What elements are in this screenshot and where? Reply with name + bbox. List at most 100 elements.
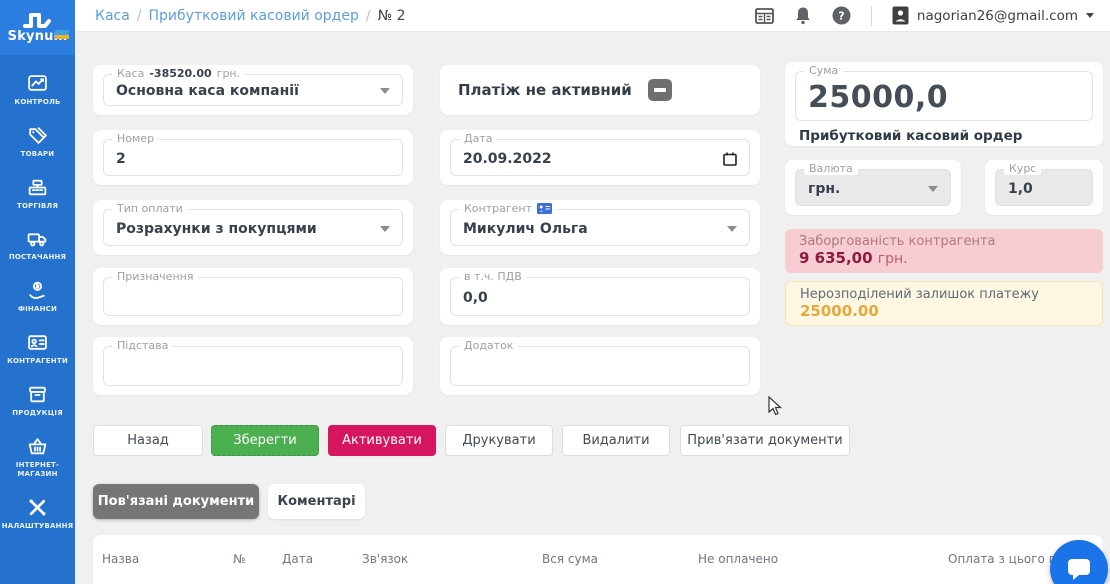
kasa-label: Каса-38520.00грн. <box>112 67 245 80</box>
kasa-value: Основна каса компанії <box>116 83 299 99</box>
counterparty-card: Контрагент Микулич Ольга <box>440 200 760 255</box>
vat-card: в т.ч. ПДВ 0,0 <box>440 268 760 325</box>
contact-card-icon <box>537 203 552 214</box>
date-input[interactable]: Дата 20.09.2022 <box>450 139 750 176</box>
topbar-actions: ? nagorian26@gmail.com <box>755 6 1094 26</box>
chat-icon <box>1066 557 1092 581</box>
payment-active-toggle[interactable] <box>648 79 672 101</box>
sum-caption: Прибутковий касовий ордер <box>799 128 1093 144</box>
breadcrumb: Каса / Прибутковий касовий ордер / № 2 <box>95 8 406 24</box>
calendar-icon[interactable] <box>723 152 737 166</box>
debt-value: 9 635,00 грн. <box>799 249 1089 267</box>
user-menu[interactable]: nagorian26@gmail.com <box>892 6 1094 25</box>
currency-select[interactable]: Валюта грн. <box>795 169 951 206</box>
col-name: Назва <box>102 552 139 566</box>
number-input[interactable]: Номер 2 <box>103 139 403 176</box>
rate-value: 1,0 <box>1008 181 1033 197</box>
col-number: № <box>233 552 245 566</box>
breadcrumb-current: № 2 <box>378 8 406 24</box>
kasa-select[interactable]: Каса-38520.00грн. Основна каса компанії <box>103 74 403 106</box>
breadcrumb-separator: / <box>366 8 371 24</box>
counterparty-value: Микулич Ольга <box>463 221 588 237</box>
sum-card: Сума 25000,0 Прибутковий касовий ордер <box>785 62 1103 146</box>
topbar-divider <box>871 6 872 26</box>
shopping-basket-icon <box>27 436 48 457</box>
attachment-input[interactable]: Додаток <box>450 346 750 386</box>
tab-comments[interactable]: Коментарі <box>268 484 365 519</box>
sidebar-item-production[interactable]: ПРОДУКЦІЯ <box>0 384 75 419</box>
purpose-label: Призначення <box>112 270 198 283</box>
delete-button[interactable]: Видалити <box>562 425 670 456</box>
chevron-down-icon <box>928 186 938 192</box>
number-value: 2 <box>116 151 126 167</box>
purpose-input[interactable]: Призначення <box>103 277 403 316</box>
unallocated-panel: Нерозподілений залишок платежу 25000.00 <box>785 281 1103 326</box>
sidebar-item-online-store[interactable]: ІНТЕРНЕТ-МАГАЗИН <box>0 436 75 481</box>
sidebar-item-supply[interactable]: ПОСТАЧАННЯ <box>0 228 75 263</box>
user-badge-icon <box>892 6 909 25</box>
sidebar-item-trade[interactable]: ТОРГІВЛЯ <box>0 177 75 212</box>
sidebar-item-counterparties[interactable]: КОНТРАГЕНТИ <box>0 332 75 367</box>
svg-text:?: ? <box>838 10 844 23</box>
number-card: Номер 2 <box>93 130 413 185</box>
breadcrumb-root-link[interactable]: Каса <box>95 8 130 24</box>
number-label: Номер <box>112 132 159 145</box>
link-documents-button[interactable]: Прив'язати документи <box>680 425 850 456</box>
vat-value: 0,0 <box>463 290 488 306</box>
mouse-cursor <box>765 396 783 416</box>
counterparty-select[interactable]: Контрагент Микулич Ольга <box>450 209 750 246</box>
col-relation: Зв'язок <box>362 552 408 566</box>
notifications-bell-icon[interactable] <box>794 6 812 25</box>
unallocated-value: 25000.00 <box>800 302 1088 320</box>
sidebar-nav: КОНТРОЛЬ ТОВАРИ ТОРГІВЛЯ ПОСТАЧАННЯ ФІНА… <box>0 55 75 532</box>
breadcrumb-section-link[interactable]: Прибутковий касовий ордер <box>149 8 359 24</box>
truck-icon <box>27 228 48 249</box>
vat-label: в т.ч. ПДВ <box>459 270 527 283</box>
payment-status-label: Платіж не активний <box>458 81 632 99</box>
save-button[interactable]: Зберегти <box>211 425 319 456</box>
cash-register-icon <box>27 177 48 198</box>
app-logo[interactable]: Skynum <box>0 0 75 55</box>
counterparty-label: Контрагент <box>459 202 557 215</box>
sidebar-item-settings[interactable]: НАЛАШТУВАННЯ <box>0 497 75 532</box>
payment-type-select[interactable]: Тип оплати Розрахунки з покупцями <box>103 209 403 246</box>
attachment-label: Додаток <box>459 339 518 352</box>
rate-input[interactable]: Курс 1,0 <box>995 169 1093 206</box>
sidebar-item-finance[interactable]: ФІНАНСИ <box>0 280 75 315</box>
tools-icon <box>27 497 48 518</box>
breadcrumb-separator: / <box>137 8 142 24</box>
user-email: nagorian26@gmail.com <box>917 8 1078 24</box>
tab-linked-documents[interactable]: Пов'язані документи <box>93 484 259 519</box>
activate-button[interactable]: Активувати <box>328 425 436 456</box>
col-total: Вся сума <box>542 552 598 566</box>
sum-value: 25000,0 <box>808 80 948 115</box>
col-date: Дата <box>282 552 313 566</box>
topbar: Каса / Прибутковий касовий ордер / № 2 ?… <box>75 0 1110 32</box>
sidebar-item-control[interactable]: КОНТРОЛЬ <box>0 73 75 108</box>
contacts-card-icon <box>27 332 48 353</box>
ukraine-flag-icon <box>55 30 69 39</box>
rate-card: Курс 1,0 <box>985 160 1103 215</box>
payment-type-value: Розрахунки з покупцями <box>116 221 317 237</box>
payment-status-card: Платіж не активний <box>440 65 760 115</box>
tags-icon <box>27 125 48 146</box>
col-unpaid: Не оплачено <box>698 552 778 566</box>
basis-input[interactable]: Підстава <box>103 346 403 386</box>
payment-type-label: Тип оплати <box>112 202 188 215</box>
print-button[interactable]: Друкувати <box>445 425 553 456</box>
back-button[interactable]: Назад <box>93 425 203 456</box>
sidebar-item-goods[interactable]: ТОВАРИ <box>0 125 75 160</box>
chart-line-icon <box>27 73 48 94</box>
attachment-card: Додаток <box>440 337 760 395</box>
sum-input[interactable]: Сума 25000,0 <box>795 71 1093 121</box>
chevron-down-icon <box>380 88 390 94</box>
chevron-down-icon <box>727 226 737 232</box>
help-icon[interactable]: ? <box>832 6 851 25</box>
chevron-down-icon <box>1086 13 1094 18</box>
pulse-wave-icon <box>23 11 53 31</box>
linked-documents-table: Назва № Дата Зв'язок Вся сума Не оплачен… <box>93 535 1103 584</box>
unallocated-label: Нерозподілений залишок платежу <box>800 287 1088 302</box>
vat-input[interactable]: в т.ч. ПДВ 0,0 <box>450 277 750 316</box>
box-icon <box>27 384 48 405</box>
news-panel-icon[interactable] <box>755 8 774 24</box>
